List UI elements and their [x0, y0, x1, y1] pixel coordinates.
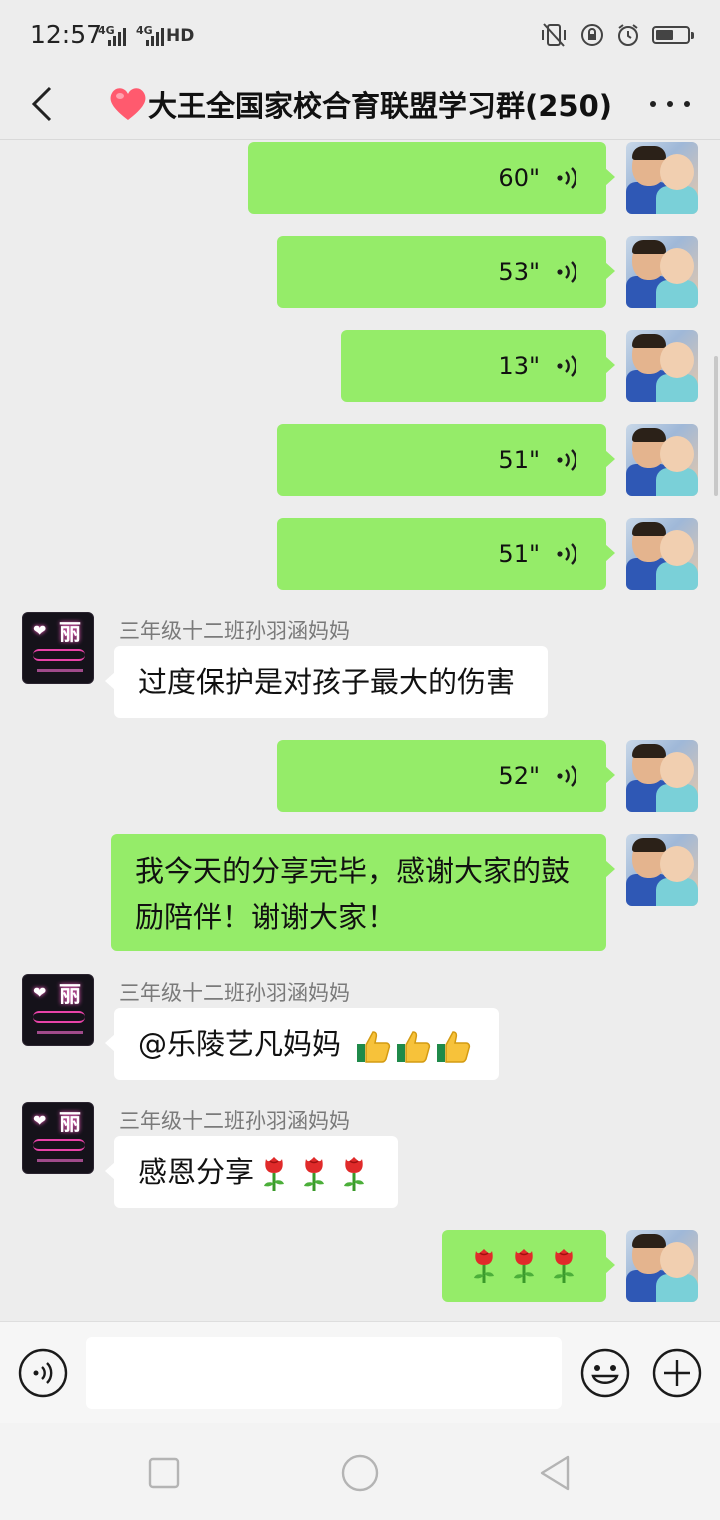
- rose-icon: [304, 1157, 325, 1191]
- chat-title: 大王全国家校合育联盟学习群(250): [108, 82, 628, 126]
- my-avatar[interactable]: [626, 330, 698, 402]
- voice-message[interactable]: 51": [277, 424, 615, 496]
- battery-icon: [652, 26, 694, 44]
- voice-wave-icon: [557, 261, 576, 283]
- emoji-message[interactable]: [442, 1230, 615, 1302]
- avatar-char: 丽: [59, 1111, 82, 1136]
- rose-icon: [474, 1249, 494, 1283]
- avatar-char: 丽: [59, 621, 82, 646]
- text-message[interactable]: 我今天的分享完毕，感谢大家的鼓 励陪伴！谢谢大家！: [111, 834, 615, 951]
- my-avatar[interactable]: [626, 740, 698, 812]
- message-text-line2: 励陪伴！谢谢大家！: [135, 900, 397, 934]
- rose-icon: [514, 1249, 534, 1283]
- my-avatar[interactable]: [626, 424, 698, 496]
- status-time: 12:57: [30, 20, 103, 49]
- text-message[interactable]: 过度保护是对孩子最大的伤害: [105, 646, 548, 718]
- thumbs-up-icon: [437, 1031, 471, 1063]
- message-text-line1: 我今天的分享完毕，感谢大家的鼓: [135, 854, 571, 888]
- voice-message[interactable]: 51": [277, 518, 615, 590]
- more-button[interactable]: [650, 86, 690, 122]
- system-nav-bar: [0, 1423, 720, 1520]
- status-icons: [540, 22, 694, 48]
- vibrate-icon: [542, 23, 566, 47]
- heart-icon: [110, 88, 146, 120]
- text-message[interactable]: 感恩分享: [105, 1136, 398, 1208]
- avatar-char: 丽: [59, 983, 82, 1008]
- alarm-icon: [618, 24, 638, 46]
- my-avatar[interactable]: [626, 1230, 698, 1302]
- voice-message[interactable]: 60": [248, 142, 615, 214]
- emoji-icon[interactable]: [580, 1348, 630, 1398]
- chat-header: 大王全国家校合育联盟学习群(250): [0, 68, 720, 140]
- back-arrow-icon[interactable]: [22, 82, 62, 126]
- thumbs-up-icon: [397, 1031, 431, 1063]
- rose-icon: [264, 1157, 285, 1191]
- more-dot: [667, 101, 673, 107]
- thumbs-up-icon: [357, 1031, 391, 1063]
- lock-rotation-icon: [581, 24, 603, 46]
- voice-input-icon[interactable]: [18, 1348, 68, 1398]
- my-avatar[interactable]: [626, 142, 698, 214]
- rose-icon: [554, 1249, 574, 1283]
- message-text: @乐陵艺凡妈妈: [138, 1027, 342, 1061]
- voice-wave-icon: [557, 355, 576, 377]
- signal-icon-1: [108, 26, 126, 46]
- voice-wave-icon: [557, 167, 576, 189]
- voice-duration: 51": [498, 540, 540, 568]
- voice-message[interactable]: 53": [277, 236, 615, 308]
- scrollbar[interactable]: [714, 356, 718, 496]
- message-text: 过度保护是对孩子最大的伤害: [138, 665, 516, 699]
- heart-glyph: ❤: [33, 621, 47, 640]
- chat-title-text: 大王全国家校合育联盟学习群(250): [148, 89, 613, 123]
- heart-glyph: ❤: [33, 1111, 47, 1130]
- sender-avatar[interactable]: ❤ 丽: [22, 974, 94, 1046]
- thumbs-up-emojis: [353, 1021, 473, 1067]
- message-input[interactable]: [86, 1337, 562, 1409]
- more-dot: [684, 101, 690, 107]
- voice-duration: 60": [498, 164, 540, 192]
- input-bar: [0, 1321, 720, 1423]
- voice-duration: 13": [498, 352, 540, 380]
- voice-duration: 51": [498, 446, 540, 474]
- voice-message[interactable]: 52": [277, 740, 615, 812]
- voice-duration: 52": [498, 762, 540, 790]
- plus-icon[interactable]: [652, 1348, 702, 1398]
- heart-glyph: ❤: [33, 983, 47, 1002]
- sender-name: 三年级十二班孙羽涵妈妈: [119, 1109, 350, 1133]
- sender-avatar[interactable]: ❤ 丽: [22, 612, 94, 684]
- voice-duration: 53": [498, 258, 540, 286]
- hd-badge: HD: [166, 26, 195, 46]
- my-avatar[interactable]: [626, 236, 698, 308]
- nav-circle-icon[interactable]: [340, 1453, 380, 1493]
- rose-icon: [344, 1157, 365, 1191]
- sender-name: 三年级十二班孙羽涵妈妈: [119, 981, 350, 1005]
- sender-name: 三年级十二班孙羽涵妈妈: [119, 619, 350, 643]
- voice-message[interactable]: 13": [341, 330, 615, 402]
- nav-square-icon[interactable]: [144, 1453, 184, 1493]
- my-avatar[interactable]: [626, 834, 698, 906]
- more-icon: [650, 101, 656, 107]
- text-message[interactable]: @乐陵艺凡妈妈: [105, 1008, 499, 1080]
- my-avatar[interactable]: [626, 518, 698, 590]
- voice-wave-icon: [557, 765, 576, 787]
- sender-avatar[interactable]: ❤ 丽: [22, 1102, 94, 1174]
- nav-triangle-icon[interactable]: [536, 1453, 576, 1493]
- message-text: 感恩分享: [138, 1155, 255, 1189]
- status-bar: 12:57 4G 4G HD: [0, 0, 720, 68]
- voice-wave-icon: [557, 449, 576, 471]
- signal-icon-2: [146, 26, 164, 46]
- rose-emojis: [254, 1149, 374, 1195]
- message-list[interactable]: 60" 53" 13" 51" 51" ❤ 丽 三年级十二班孙羽涵妈妈 过度保护…: [0, 141, 720, 1321]
- voice-wave-icon: [557, 543, 576, 565]
